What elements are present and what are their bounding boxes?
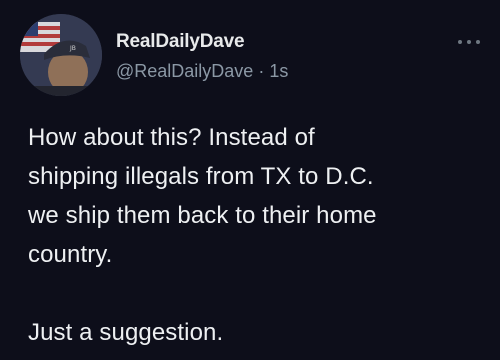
svg-text:JB: JB — [69, 45, 76, 52]
author-meta: @RealDailyDave · 1s — [116, 61, 288, 82]
author-display-name[interactable]: RealDailyDave — [116, 31, 245, 53]
user-photo-icon: JB — [20, 14, 102, 96]
more-options-icon[interactable] — [458, 36, 486, 46]
tweet-text-line: we ship them back to their home — [28, 202, 377, 229]
avatar[interactable]: JB — [20, 14, 102, 96]
tweet-text-line: country. — [28, 241, 113, 268]
author-handle[interactable]: @RealDailyDave — [116, 61, 253, 81]
post-timestamp[interactable]: 1s — [269, 61, 288, 81]
meta-separator: · — [258, 61, 265, 81]
tweet-text: How about this? Instead of shipping ille… — [28, 118, 488, 352]
tweet-text-closing: Just a suggestion. — [28, 319, 224, 346]
tweet-text-line: shipping illegals from TX to D.C. — [28, 163, 374, 190]
tweet-card: JB RealDailyDave @RealDailyDave · 1s How… — [0, 0, 500, 360]
tweet-text-line: How about this? Instead of — [28, 124, 315, 151]
